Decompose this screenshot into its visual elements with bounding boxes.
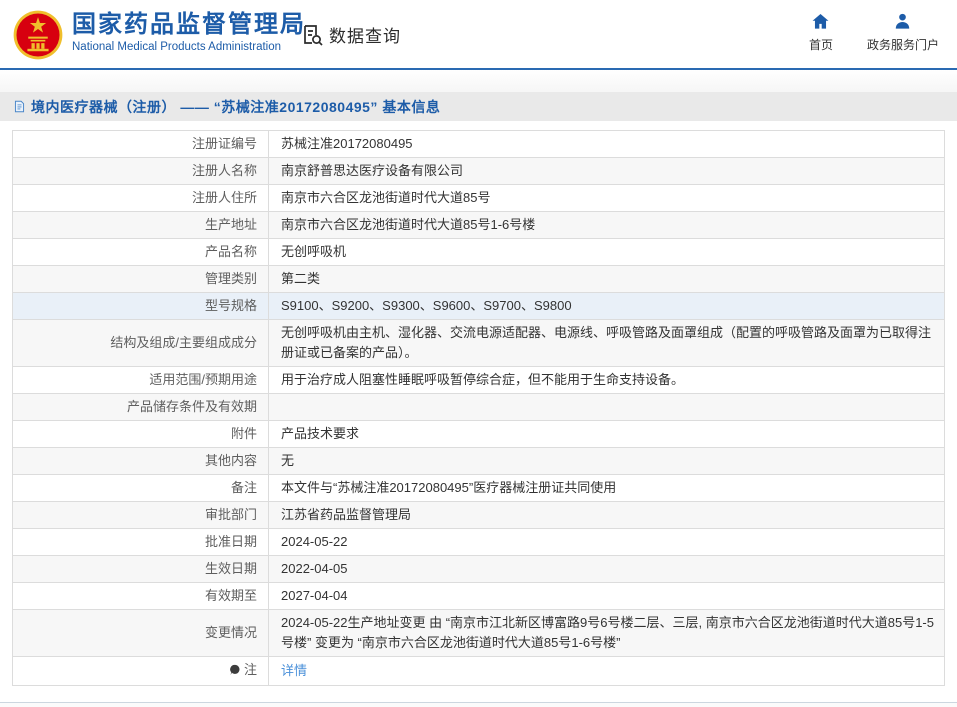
table-row: 附件 产品技术要求 [12, 420, 945, 448]
row-label: 管理类别 [12, 265, 269, 293]
row-value: 无创呼吸机 [268, 238, 945, 266]
table-row-note: 注 详情 [12, 656, 945, 686]
table-row: 注册证编号 苏械注准20172080495 [12, 130, 945, 158]
table-row: 产品名称 无创呼吸机 [12, 238, 945, 266]
table-row: 结构及组成/主要组成成分 无创呼吸机由主机、湿化器、交流电源适配器、电源线、呼吸… [12, 319, 945, 367]
table-row: 有效期至 2027-04-04 [12, 582, 945, 610]
org-name: 国家药品监督管理局 [72, 11, 306, 38]
row-value [268, 393, 945, 421]
org-name-english: National Medical Products Administration [72, 41, 282, 53]
data-query-section: 数据查询 [300, 22, 401, 47]
row-label: 变更情况 [12, 609, 269, 657]
table-row: 变更情况 2024-05-22生产地址变更 由 “南京市江北新区博富路9号6号楼… [12, 609, 945, 657]
row-value: 2024-05-22生产地址变更 由 “南京市江北新区博富路9号6号楼二层、三层… [268, 609, 945, 657]
row-label: 有效期至 [12, 582, 269, 610]
page-header: 国家药品监督管理局 National Medical Products Admi… [0, 0, 957, 70]
nav-gov-portal-label[interactable]: 政务服务门户 [867, 36, 939, 53]
row-value: 2024-05-22 [268, 528, 945, 556]
table-row: 注册人住所 南京市六合区龙池街道时代大道85号 [12, 184, 945, 212]
table-row-highlighted: 型号规格 S9100、S9200、S9300、S9600、S9700、S9800 [12, 292, 945, 320]
row-value: 第二类 [268, 265, 945, 293]
table-row: 其他内容 无 [12, 447, 945, 475]
row-label: 审批部门 [12, 501, 269, 529]
nav-home[interactable]: 首页 [809, 12, 833, 53]
row-value: 本文件与“苏械注准20172080495”医疗器械注册证共同使用 [268, 474, 945, 502]
user-icon [893, 12, 912, 31]
row-label: 产品名称 [12, 238, 269, 266]
row-value: 2027-04-04 [268, 582, 945, 610]
row-label: 其他内容 [12, 447, 269, 475]
document-icon [13, 100, 26, 113]
row-label: 型号规格 [12, 292, 269, 320]
row-label: 附件 [12, 420, 269, 448]
row-value: 苏械注准20172080495 [268, 130, 945, 158]
row-value: 用于治疗成人阻塞性睡眠呼吸暂停综合症，但不能用于生命支持设备。 [268, 366, 945, 394]
row-label: 注 [243, 662, 257, 677]
breadcrumb: 境内医疗器械（注册） —— “苏械注准20172080495” 基本信息 [0, 92, 957, 121]
row-label: 生效日期 [12, 555, 269, 583]
row-label: 结构及组成/主要组成成分 [12, 319, 269, 367]
detail-link[interactable]: 详情 [281, 663, 307, 678]
row-value: 2022-04-05 [268, 555, 945, 583]
table-row: 批准日期 2024-05-22 [12, 528, 945, 556]
row-value: 产品技术要求 [268, 420, 945, 448]
table-row: 注册人名称 南京舒普思达医疗设备有限公司 [12, 157, 945, 185]
row-label: 生产地址 [12, 211, 269, 239]
row-value: 南京市六合区龙池街道时代大道85号1-6号楼 [268, 211, 945, 239]
row-label: 批准日期 [12, 528, 269, 556]
row-value: 无创呼吸机由主机、湿化器、交流电源适配器、电源线、呼吸管路及面罩组成（配置的呼吸… [268, 319, 945, 367]
row-label: 备注 [12, 474, 269, 502]
table-row: 管理类别 第二类 [12, 265, 945, 293]
row-label: 注册人名称 [12, 157, 269, 185]
registration-info-table: 注册证编号 苏械注准20172080495 注册人名称 南京舒普思达医疗设备有限… [12, 130, 945, 686]
table-row: 备注 本文件与“苏械注准20172080495”医疗器械注册证共同使用 [12, 474, 945, 502]
table-row: 适用范围/预期用途 用于治疗成人阻塞性睡眠呼吸暂停综合症，但不能用于生命支持设备… [12, 366, 945, 394]
footer-divider [0, 702, 957, 707]
data-query-icon [300, 23, 324, 47]
table-row: 审批部门 江苏省药品监督管理局 [12, 501, 945, 529]
row-label: 适用范围/预期用途 [12, 366, 269, 394]
row-label: 注册人住所 [12, 184, 269, 212]
header-substrip [0, 70, 957, 92]
row-value: 无 [268, 447, 945, 475]
nav-gov-portal[interactable]: 政务服务门户 [867, 12, 939, 53]
row-value: 南京市六合区龙池街道时代大道85号 [268, 184, 945, 212]
row-label: 注册证编号 [12, 130, 269, 158]
row-value: 南京舒普思达医疗设备有限公司 [268, 157, 945, 185]
table-row: 产品储存条件及有效期 [12, 393, 945, 421]
row-value: S9100、S9200、S9300、S9600、S9700、S9800 [268, 292, 945, 320]
row-value: 江苏省药品监督管理局 [268, 501, 945, 529]
table-row: 生产地址 南京市六合区龙池街道时代大道85号1-6号楼 [12, 211, 945, 239]
table-row: 生效日期 2022-04-05 [12, 555, 945, 583]
data-query-title: 数据查询 [329, 27, 401, 46]
note-icon [229, 664, 241, 676]
home-icon [811, 12, 830, 31]
page-title: 境内医疗器械（注册） —— “苏械注准20172080495” 基本信息 [31, 98, 441, 115]
national-emblem-icon [12, 9, 64, 61]
top-nav: 首页 政务服务门户 [809, 12, 939, 53]
row-label: 产品储存条件及有效期 [12, 393, 269, 421]
nav-home-label[interactable]: 首页 [809, 36, 833, 53]
